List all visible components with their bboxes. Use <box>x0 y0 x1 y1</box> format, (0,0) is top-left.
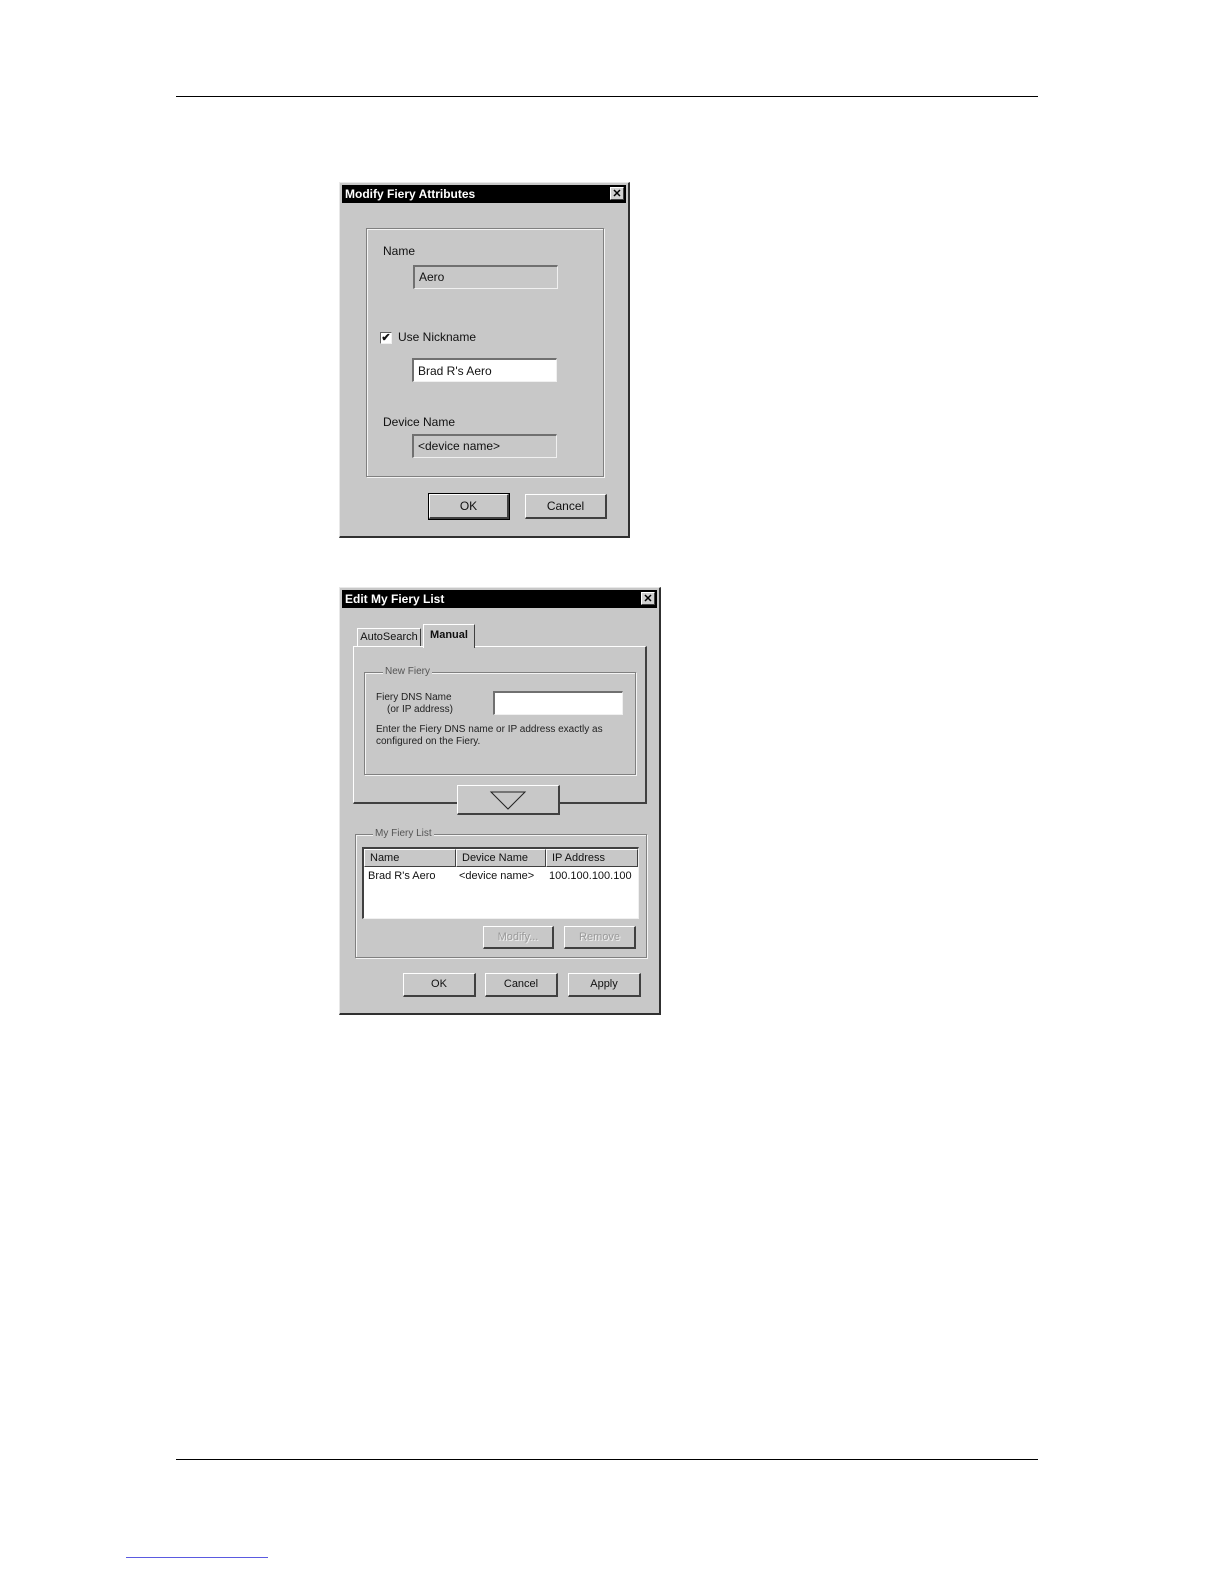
name-field: Aero <box>413 265 558 289</box>
ok-button[interactable]: OK <box>403 973 476 997</box>
fiery-list-view[interactable]: Name Device Name IP Address Brad R's Aer… <box>362 847 639 919</box>
cell-ip-address: 100.100.100.100 <box>549 870 632 882</box>
ok-button[interactable]: OK <box>428 493 510 520</box>
dns-help-line1: Enter the Fiery DNS name or IP address e… <box>376 724 603 735</box>
device-name-label: Device Name <box>383 415 456 429</box>
modify-button[interactable]: Modify... <box>483 926 554 949</box>
close-icon[interactable]: ✕ <box>641 592 655 605</box>
cell-device-name: <device name> <box>459 870 535 882</box>
new-fiery-legend: New Fiery <box>383 666 433 677</box>
dns-name-label-line1: Fiery DNS Name <box>376 692 452 703</box>
use-nickname-label[interactable]: Use Nickname <box>398 330 476 344</box>
dns-name-label: Fiery DNS Name (or IP address) <box>376 692 466 716</box>
dialog-title-bar: Modify Fiery Attributes ✕ <box>342 185 626 203</box>
dialog-title: Edit My Fiery List <box>345 592 445 606</box>
footer-link-underline <box>126 1557 268 1558</box>
use-nickname-checkbox[interactable]: ✔ <box>380 332 392 344</box>
dns-name-input[interactable] <box>493 691 623 715</box>
cell-name: Brad R's Aero <box>368 870 436 882</box>
my-fiery-list-legend: My Fiery List <box>373 828 434 839</box>
down-arrow-icon <box>489 791 527 810</box>
tab-autosearch[interactable]: AutoSearch <box>357 628 421 646</box>
dns-name-label-line2: (or IP address) <box>387 704 453 715</box>
nickname-input[interactable] <box>412 358 557 382</box>
cancel-button[interactable]: Cancel <box>485 973 558 997</box>
modify-fiery-attributes-dialog: Modify Fiery Attributes ✕ Name Aero ✔ Us… <box>339 182 630 538</box>
header-rule <box>176 96 1038 97</box>
device-name-field: <device name> <box>412 434 557 458</box>
close-icon[interactable]: ✕ <box>610 187 624 200</box>
dialog-title: Modify Fiery Attributes <box>345 187 476 201</box>
cancel-button[interactable]: Cancel <box>525 494 607 519</box>
apply-button[interactable]: Apply <box>568 973 641 997</box>
remove-button[interactable]: Remove <box>564 926 636 949</box>
edit-my-fiery-list-dialog: Edit My Fiery List ✕ AutoSearch Manual N… <box>339 587 661 1015</box>
dialog-title-bar: Edit My Fiery List ✕ <box>342 590 657 608</box>
name-label: Name <box>383 244 416 258</box>
tab-manual[interactable]: Manual <box>423 624 475 648</box>
dns-help-line2: configured on the Fiery. <box>376 736 481 747</box>
table-row[interactable]: Brad R's Aero <device name> 100.100.100.… <box>364 849 638 889</box>
footer-rule <box>176 1459 1038 1460</box>
dns-help-text: Enter the Fiery DNS name or IP address e… <box>376 724 626 748</box>
add-to-list-button[interactable] <box>457 785 560 815</box>
